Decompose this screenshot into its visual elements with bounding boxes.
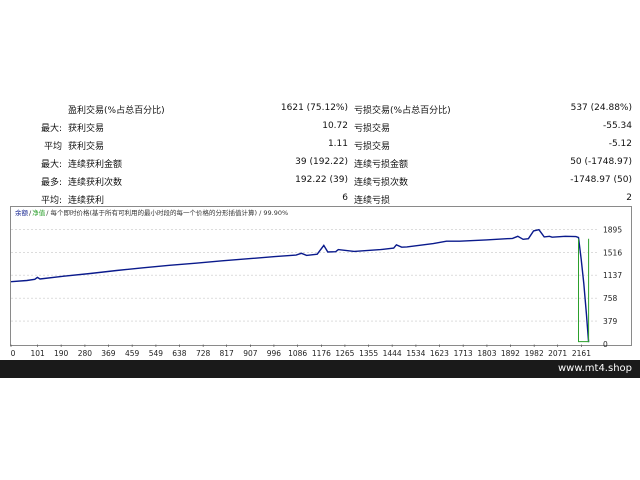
x-tick-label: 1534 (406, 349, 425, 357)
win-value: 1.11 (327, 139, 348, 149)
stats-row: 最多: 连续获利次数 192.22 (39) 连续亏损次数 -1748.97 (50) (0, 172, 640, 190)
row-label: 平均: (40, 196, 62, 206)
x-tick-label: 0 (11, 349, 16, 357)
x-tick-label: 1713 (454, 349, 473, 357)
win-label: 连续获利金额 (68, 160, 123, 170)
chart-legend: 余额/净值/ 每个即时价格(基于所有可利用的最小时段的每一个价格的分形插值计算)… (15, 208, 288, 217)
x-tick-label: 1265 (335, 349, 354, 357)
x-tick-label: 1803 (477, 349, 496, 357)
y-tick-label: 1895 (603, 225, 622, 234)
loss-label: 亏损交易(%占总百分比) (354, 106, 451, 116)
row-label: 最大: (40, 124, 62, 134)
x-tick-label: 907 (243, 349, 258, 357)
loss-label: 连续亏损金额 (354, 160, 409, 170)
win-label: 获利交易 (68, 142, 105, 152)
x-tick-label: 1623 (430, 349, 449, 357)
x-tick-label: 1444 (383, 349, 402, 357)
loss-value: -55.34 (602, 121, 632, 131)
legend-description: / 每个即时价格(基于所有可利用的最小时段的每一个价格的分形插值计算) / 99… (46, 208, 288, 217)
trade-statistics: 盈利交易(%占总百分比) 1621 (75.12%) 亏损交易(%占总百分比) 537… (0, 100, 640, 208)
x-tick-label: 728 (196, 349, 211, 357)
win-value: 192.22 (39) (295, 175, 348, 185)
loss-label: 连续亏损次数 (354, 178, 409, 188)
row-label: 平均 (43, 142, 62, 152)
legend-equity: 净值 (32, 208, 46, 217)
y-tick-label: 1516 (603, 248, 622, 257)
chart-frame (10, 206, 632, 346)
x-tick-label: 817 (219, 349, 234, 357)
x-tick-label: 2161 (572, 349, 591, 357)
y-tick-label: 0 (603, 340, 608, 349)
stats-row: 最大: 连续获利金额 39 (192.22) 连续亏损金额 50 (-1748.97) (0, 154, 640, 172)
x-tick-label: 101 (30, 349, 45, 357)
x-tick-label: 1892 (501, 349, 520, 357)
balance-chart-svg: 余额/净值/ 每个即时价格(基于所有可利用的最小时段的每一个价格的分形插值计算)… (10, 206, 632, 357)
y-tick-label: 1137 (603, 271, 622, 280)
x-tick-label: 1086 (288, 349, 307, 357)
x-tick-label: 1176 (312, 349, 331, 357)
stats-row: 最大: 获利交易 10.72 亏损交易 -55.34 (0, 118, 640, 136)
win-label: 连续获利次数 (68, 178, 123, 188)
x-tick-label: 280 (78, 349, 93, 357)
win-value: 10.72 (322, 121, 348, 131)
y-tick-label: 758 (603, 294, 618, 303)
x-tick-label: 996 (267, 349, 282, 357)
loss-value: 537 (24.88%) (570, 103, 632, 113)
win-label: 获利交易 (68, 124, 105, 134)
x-tick-label: 2071 (548, 349, 567, 357)
loss-value: -1748.97 (50) (570, 175, 632, 185)
legend-balance: 余额 (15, 208, 29, 217)
y-tick-label: 379 (603, 317, 618, 326)
x-tick-label: 549 (149, 349, 164, 357)
x-tick-label: 190 (54, 349, 69, 357)
balance-chart: 余额/净值/ 每个即时价格(基于所有可利用的最小时段的每一个价格的分形插值计算)… (10, 206, 632, 357)
stats-row: 平均 获利交易 1.11 亏损交易 -5.12 (0, 136, 640, 154)
win-label: 盈利交易(%占总百分比) (68, 106, 165, 116)
x-tick-label: 369 (101, 349, 116, 357)
loss-label: 亏损交易 (354, 124, 391, 134)
win-value: 6 (342, 193, 348, 203)
loss-label: 亏损交易 (354, 142, 391, 152)
loss-value: 50 (-1748.97) (570, 157, 632, 167)
x-tick-label: 1982 (525, 349, 544, 357)
win-value: 1621 (75.12%) (280, 103, 348, 113)
loss-label: 连续亏损 (354, 196, 391, 206)
watermark-text: www.mt4.shop (557, 363, 632, 374)
footer-bar: www.mt4.shop (0, 360, 640, 378)
loss-value: 2 (626, 193, 632, 203)
win-label: 连续获利 (68, 196, 105, 206)
loss-value: -5.12 (608, 139, 632, 149)
row-label: 最大: (40, 160, 62, 170)
row-label: 最多: (40, 178, 62, 188)
win-value: 39 (192.22) (295, 157, 348, 167)
x-tick-label: 638 (172, 349, 187, 357)
stats-row: 盈利交易(%占总百分比) 1621 (75.12%) 亏损交易(%占总百分比) 537… (0, 100, 640, 118)
x-tick-label: 459 (125, 349, 140, 357)
x-tick-label: 1355 (359, 349, 378, 357)
